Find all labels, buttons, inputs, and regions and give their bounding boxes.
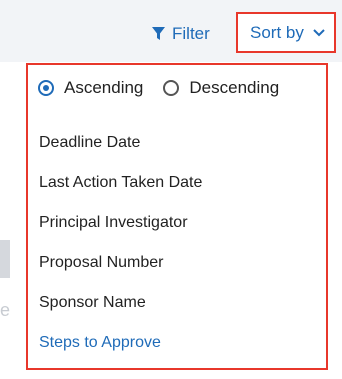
sort-option-sponsor-name[interactable]: Sponsor Name	[39, 293, 202, 333]
background-fragment: e	[0, 300, 11, 320]
sort-by-label: Sort by	[250, 22, 304, 42]
ascending-label: Ascending	[64, 78, 144, 97]
page: e Filter Sort by Ascending Descending De…	[0, 0, 342, 379]
funnel-icon	[152, 27, 165, 41]
ascending-radio[interactable]: Ascending	[38, 78, 143, 98]
descending-radio[interactable]: Descending	[163, 78, 279, 98]
sort-option-proposal-number[interactable]: Proposal Number	[39, 253, 202, 293]
sort-menu: Ascending Descending Deadline Date Last …	[26, 63, 328, 370]
descending-label: Descending	[189, 78, 280, 97]
toolbar: Filter Sort by	[0, 10, 342, 58]
sort-by-button[interactable]: Sort by	[236, 12, 336, 53]
radio-unselected-icon	[163, 80, 180, 96]
sort-option-steps-to-approve[interactable]: Steps to Approve	[39, 333, 202, 373]
sort-options-list: Deadline Date Last Action Taken Date Pri…	[39, 133, 202, 373]
chevron-down-icon	[313, 28, 325, 37]
filter-button[interactable]: Filter	[152, 20, 210, 48]
radio-selected-icon	[38, 80, 54, 96]
background-element	[0, 240, 10, 278]
filter-label: Filter	[172, 24, 210, 43]
sort-option-last-action-taken-date[interactable]: Last Action Taken Date	[39, 173, 202, 213]
sort-option-deadline-date[interactable]: Deadline Date	[39, 133, 202, 173]
sort-order-group: Ascending Descending	[38, 78, 279, 98]
sort-option-principal-investigator[interactable]: Principal Investigator	[39, 213, 202, 253]
